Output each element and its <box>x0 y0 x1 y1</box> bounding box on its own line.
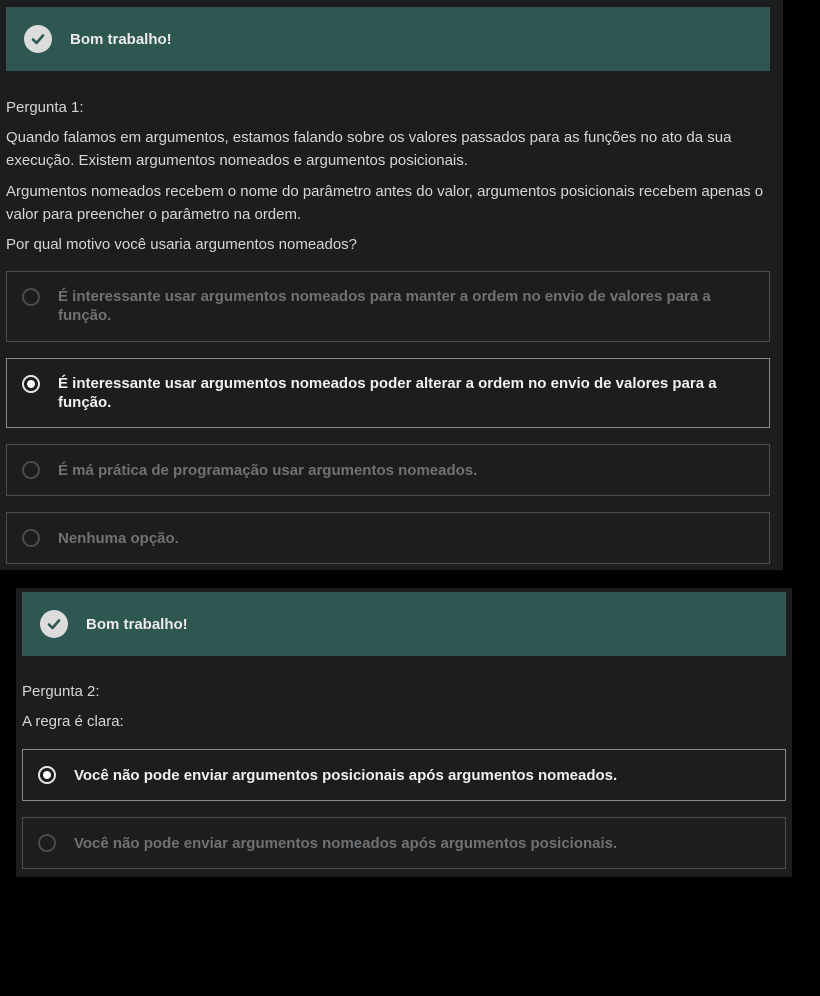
question-paragraph: Quando falamos em argumentos, estamos fa… <box>6 129 732 169</box>
check-circle-icon <box>40 610 68 638</box>
question-card-2: Bom trabalho! Pergunta 2: A regra é clar… <box>16 588 792 877</box>
question-label: Pergunta 2: <box>22 683 100 700</box>
radio-button-icon[interactable] <box>38 766 56 784</box>
answer-option[interactable]: É má prática de programação usar argumen… <box>6 444 770 496</box>
radio-button-icon[interactable] <box>22 529 40 547</box>
question-label: Pergunta 1: <box>6 99 84 116</box>
radio-selected-dot <box>27 380 35 388</box>
answer-option-selected[interactable]: É interessante usar argumentos nomeados … <box>6 358 770 428</box>
banner-text: Bom trabalho! <box>86 615 188 633</box>
question-card-1: Bom trabalho! Pergunta 1: Quando falamos… <box>0 0 783 570</box>
check-circle-icon <box>24 25 52 53</box>
question-paragraph: Argumentos nomeados recebem o nome do pa… <box>6 183 764 223</box>
radio-button-icon[interactable] <box>22 461 40 479</box>
answer-option-label: Você não pode enviar argumentos nomeados… <box>74 834 618 852</box>
question-prompt: Por qual motivo você usaria argumentos n… <box>6 236 358 253</box>
answer-option-label: Você não pode enviar argumentos posicion… <box>74 766 618 784</box>
answer-option-label: É interessante usar argumentos nomeados … <box>58 288 711 324</box>
answer-option-label: Nenhuma opção. <box>58 529 179 547</box>
answer-option-label: É má prática de programação usar argumen… <box>58 461 478 479</box>
question-prompt: A regra é clara: <box>22 713 124 730</box>
success-banner: Bom trabalho! <box>22 592 786 656</box>
answer-option[interactable]: É interessante usar argumentos nomeados … <box>6 271 770 342</box>
radio-button-icon[interactable] <box>38 834 56 852</box>
answer-option[interactable]: Nenhuma opção. <box>6 512 770 564</box>
radio-button-icon[interactable] <box>22 375 40 393</box>
answer-option-selected[interactable]: Você não pode enviar argumentos posicion… <box>22 749 786 801</box>
answer-option-label: É interessante usar argumentos nomeados … <box>58 375 717 411</box>
radio-selected-dot <box>43 771 51 779</box>
banner-text: Bom trabalho! <box>70 30 172 48</box>
radio-button-icon[interactable] <box>22 288 40 306</box>
answer-option[interactable]: Você não pode enviar argumentos nomeados… <box>22 817 786 869</box>
success-banner: Bom trabalho! <box>6 7 770 71</box>
